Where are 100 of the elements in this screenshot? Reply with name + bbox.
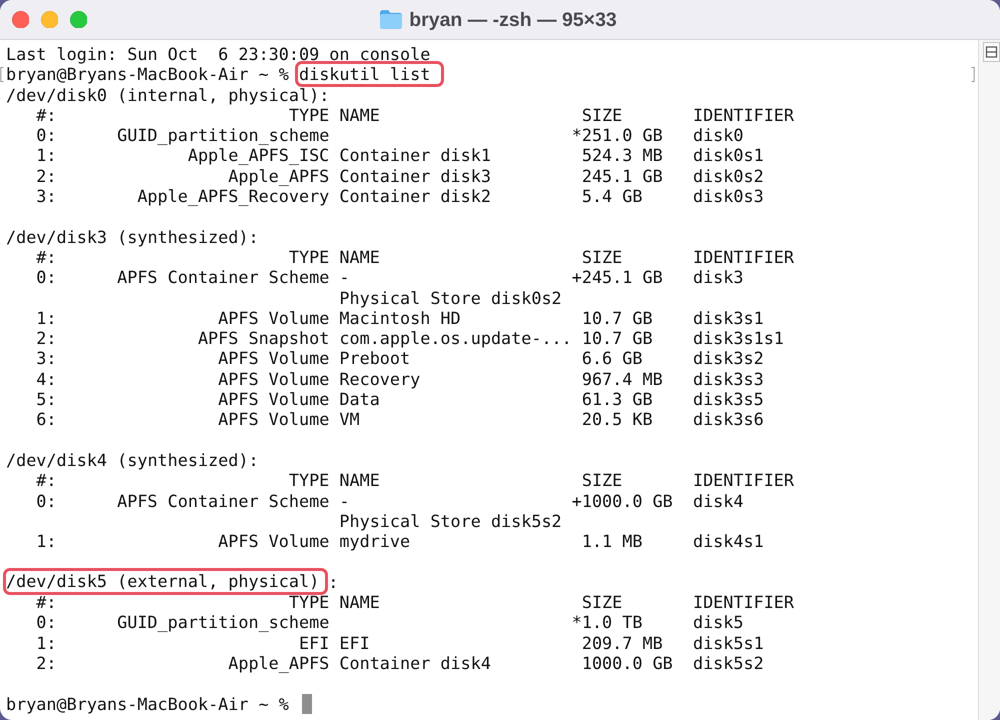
partition-index: 1:: [36, 531, 57, 552]
column-header: SIZE: [582, 592, 622, 612]
partition-type: APFS Volume: [218, 308, 330, 328]
window-title: bryan — -zsh — 95×33: [409, 8, 617, 32]
partition-index: 3:: [36, 186, 57, 206]
disk-heading: /dev/disk5 (external, physical): [6, 571, 320, 592]
column-header: #:: [36, 246, 57, 268]
partition-index: 2:: [36, 652, 57, 674]
column-header: NAME: [339, 470, 380, 491]
partition-type: APFS Volume: [218, 531, 330, 552]
shell-prompt: bryan@Bryans-MacBook-Air ~ %: [6, 694, 289, 714]
disk-heading: /dev/disk0 (internal, physical): [6, 84, 320, 105]
partition-identifier: disk3s5: [692, 389, 764, 410]
heading-colon: :: [248, 450, 259, 470]
partition-identifier: disk0: [692, 125, 744, 146]
column-header: NAME: [339, 246, 380, 268]
partition-index: 0:: [36, 267, 57, 288]
partition-type: Apple_APFS_Recovery: [137, 186, 330, 206]
partition-identifier: disk3s3: [692, 368, 764, 390]
size-marker: +: [572, 267, 582, 288]
column-header: TYPE: [288, 246, 330, 268]
partition-identifier: disk3s1: [692, 308, 764, 328]
partition-index: 5:: [36, 389, 57, 410]
close-icon[interactable]: [12, 10, 30, 28]
partition-identifier: disk4s1: [692, 531, 764, 552]
column-header: #:: [36, 104, 57, 126]
partition-details: Physical Store disk0s2: [339, 288, 562, 308]
partition-name: Container disk4: [339, 652, 491, 674]
partition-name: Preboot: [339, 348, 410, 369]
partition-identifier: disk0s3: [692, 186, 764, 206]
partition-index: 0:: [36, 612, 57, 633]
minimize-icon[interactable]: [40, 10, 58, 28]
partition-size: 251.0 GB: [582, 125, 663, 146]
partition-type: Apple_APFS: [228, 166, 330, 186]
partition-name: Container disk3: [339, 166, 491, 186]
column-header: IDENTIFIER: [692, 104, 794, 126]
partition-size: 967.4 MB: [582, 368, 663, 390]
partition-type: APFS Snapshot: [198, 328, 330, 348]
partition-type: Apple_APFS: [228, 652, 330, 674]
partition-name: VM: [339, 409, 360, 430]
partition-name: Container disk2: [339, 186, 491, 206]
column-header: NAME: [339, 104, 380, 126]
partition-type: APFS Volume: [218, 368, 330, 390]
size-marker: *: [572, 125, 582, 146]
partition-size: 20.5 KB: [582, 409, 653, 430]
heading-colon: :: [319, 84, 330, 105]
folder-icon: [380, 10, 402, 29]
column-header: #:: [36, 470, 57, 491]
partition-identifier: disk5: [692, 612, 744, 633]
column-header: SIZE: [582, 104, 622, 126]
partition-index: 3:: [36, 348, 57, 369]
partition-name: Macintosh HD: [339, 308, 461, 328]
partition-details: Physical Store disk5s2: [339, 510, 562, 532]
partition-index: 1:: [36, 145, 57, 166]
partition-size: 1000.0 GB: [582, 652, 673, 674]
heading-colon: :: [248, 226, 259, 247]
partition-index: 2:: [36, 166, 57, 186]
maximize-icon[interactable]: [70, 10, 88, 28]
partition-index: 0:: [36, 125, 57, 146]
column-header: TYPE: [288, 470, 330, 491]
partition-identifier: disk3: [692, 267, 744, 288]
partition-type: APFS Volume: [218, 389, 330, 410]
partition-identifier: disk0s1: [692, 145, 764, 166]
partition-type: GUID_partition_scheme: [117, 612, 330, 633]
partition-index: 2:: [36, 328, 57, 348]
partition-index: 1:: [36, 308, 57, 328]
partition-index: 0:: [36, 490, 57, 511]
split-view-icon[interactable]: [983, 42, 1000, 62]
partition-type: APFS Container Scheme: [117, 490, 330, 511]
column-header: IDENTIFIER: [692, 246, 794, 268]
login-message: Last login: Sun Oct 6 23:30:09 on console: [6, 44, 430, 64]
heading-colon: :: [328, 572, 338, 592]
column-header: NAME: [339, 592, 380, 612]
partition-size: 10.7 GB: [582, 308, 653, 328]
column-header: IDENTIFIER: [692, 470, 794, 491]
partition-index: 1:: [36, 632, 57, 653]
partition-size: 1.1 MB: [582, 531, 642, 552]
disk-heading: /dev/disk3 (synthesized): [6, 226, 248, 247]
partition-identifier: disk3s6: [692, 409, 764, 430]
partition-size: 10.7 GB: [582, 328, 653, 348]
partition-index: 6:: [36, 409, 57, 430]
partition-index: 4:: [36, 368, 57, 390]
partition-type: APFS Container Scheme: [117, 267, 330, 288]
column-header: TYPE: [288, 104, 330, 126]
partition-identifier: disk5s1: [692, 632, 764, 653]
partition-size: 61.3 GB: [582, 389, 653, 410]
partition-name: Container disk1: [339, 145, 491, 166]
partition-size: 209.7 MB: [582, 632, 663, 653]
partition-name: -: [339, 267, 350, 288]
partition-name: com.apple.os.update-...: [339, 328, 572, 348]
size-marker: *: [572, 612, 582, 633]
partition-size: 6.6 GB: [582, 348, 642, 369]
partition-size: 524.3 MB: [582, 145, 663, 166]
column-header: TYPE: [288, 592, 330, 612]
command-text: diskutil list: [298, 64, 430, 84]
partition-identifier: disk3s1s1: [692, 328, 784, 348]
column-header: SIZE: [582, 470, 622, 491]
partition-identifier: disk3s2: [692, 348, 764, 369]
partition-type: APFS Volume: [218, 348, 330, 369]
partition-type: GUID_partition_scheme: [117, 125, 330, 146]
